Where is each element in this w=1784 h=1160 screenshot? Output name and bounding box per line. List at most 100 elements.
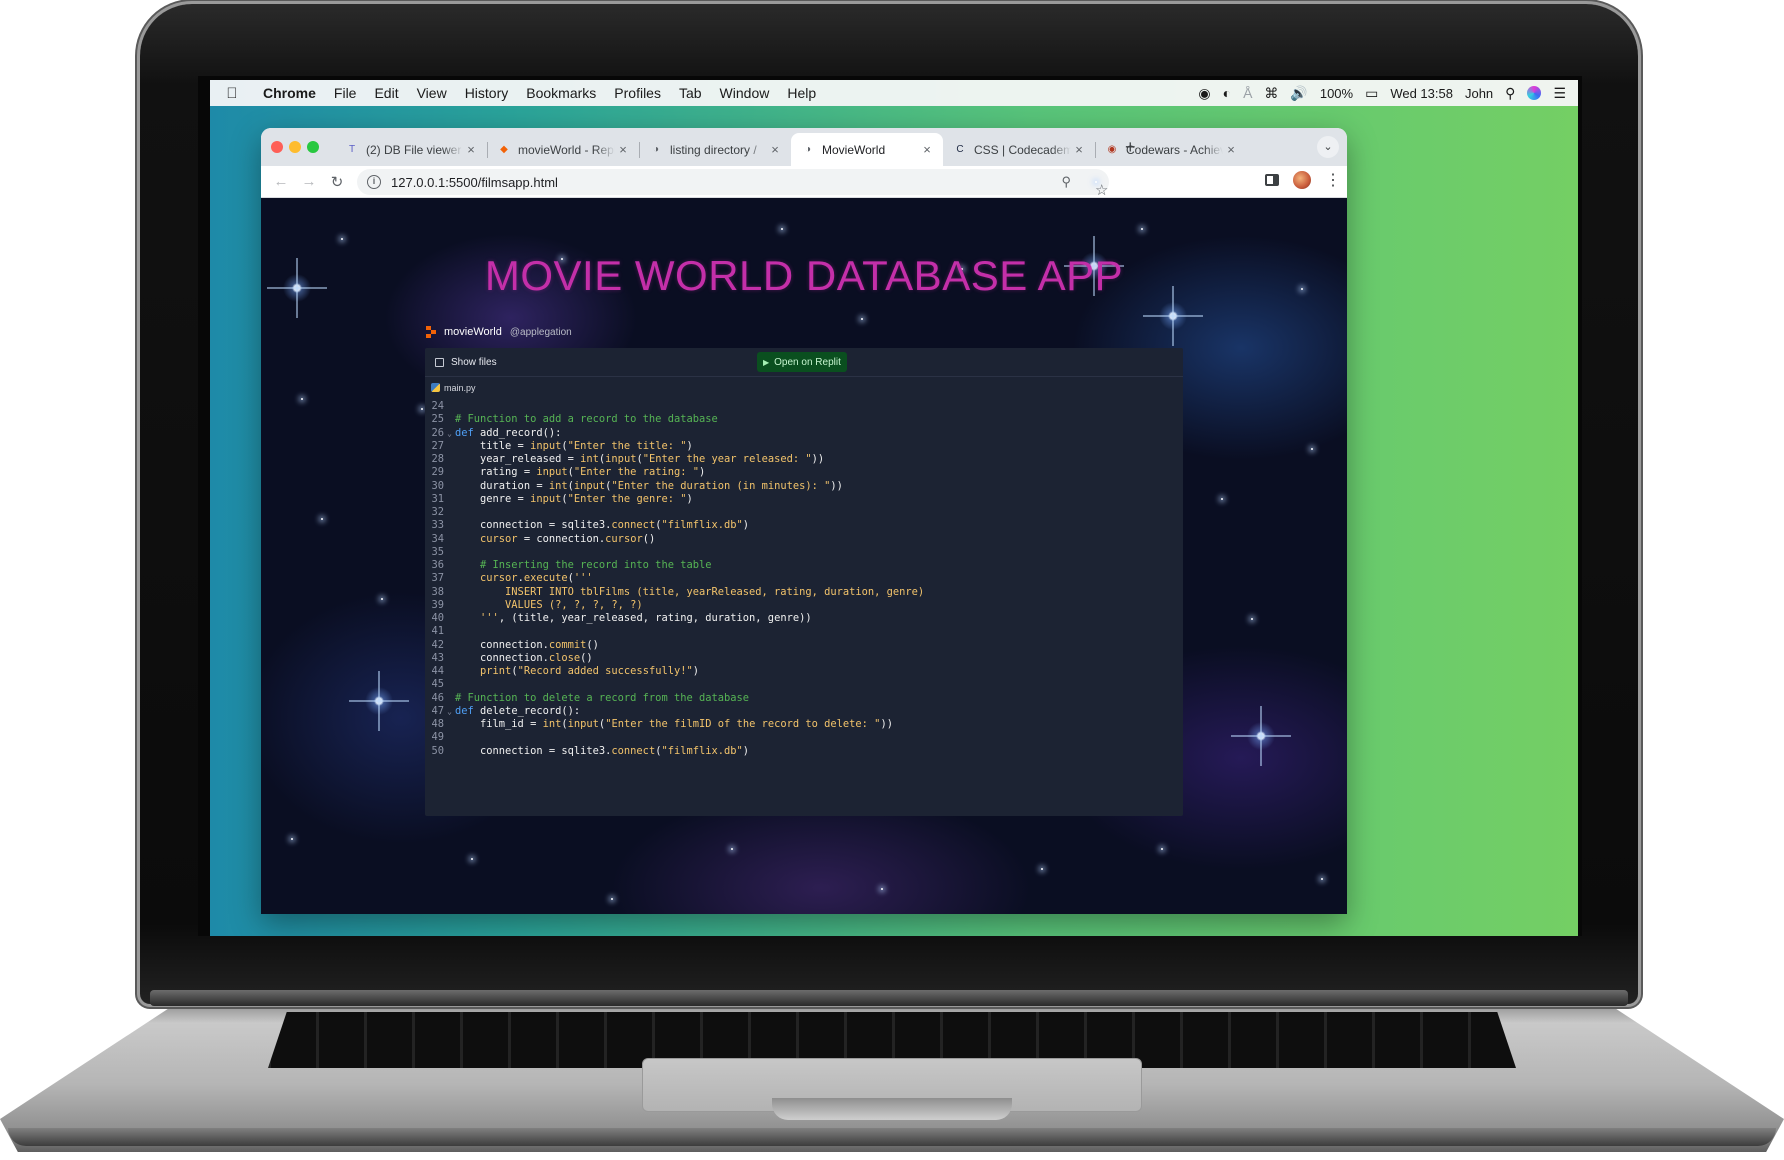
fold-chevron-icon[interactable]: ⌄: [444, 705, 455, 718]
star: [1041, 868, 1043, 870]
menu-tab[interactable]: Tab: [670, 85, 711, 101]
bookmark-star-icon[interactable]: ☆: [1095, 181, 1108, 199]
reload-icon[interactable]: ↻: [323, 173, 351, 191]
zoom-magnifier-icon[interactable]: ⚲: [1061, 174, 1071, 190]
chrome-menu-icon[interactable]: ⋮: [1325, 170, 1341, 190]
site-info-icon[interactable]: i: [367, 175, 381, 189]
browser-tab[interactable]: T (2) DB File viewer ×: [335, 133, 487, 166]
address-url[interactable]: 127.0.0.1:5500/filmsapp.html: [391, 175, 558, 190]
line-number: 28: [431, 453, 444, 465]
code-line: 33 connection = sqlite3.connect("filmfli…: [425, 519, 1183, 532]
airdrop-icon[interactable]: ◉: [1198, 86, 1210, 100]
line-number: 36: [431, 559, 444, 571]
menu-history[interactable]: History: [456, 85, 518, 101]
fold-gutter: [444, 612, 455, 625]
spotlight-search-icon[interactable]: ⚲: [1505, 86, 1515, 100]
menu-window[interactable]: Window: [711, 85, 779, 101]
code-line: 31 genre = input("Enter the genre: "): [425, 493, 1183, 506]
close-tab-icon[interactable]: ×: [615, 142, 631, 157]
repl-user-handle[interactable]: @applegation: [510, 327, 572, 338]
apple-menu-icon[interactable]: : [210, 85, 254, 102]
star: [1161, 848, 1163, 850]
browser-tab[interactable]: ◑ listing directory / ×: [639, 133, 791, 166]
code-text: cursor = connection.cursor(): [480, 532, 656, 545]
back-arrow-icon[interactable]: ←: [267, 173, 295, 190]
python-file-icon: [431, 383, 440, 392]
menu-profiles[interactable]: Profiles: [605, 85, 670, 101]
show-files-button[interactable]: Show files: [451, 357, 497, 368]
star: [381, 598, 383, 600]
address-bar[interactable]: i 127.0.0.1:5500/filmsapp.html ⚲ ☆: [357, 169, 1109, 199]
close-tab-icon[interactable]: ×: [919, 142, 935, 157]
line-number: 50: [431, 744, 444, 757]
browser-tab[interactable]: C CSS | Codecademy ×: [943, 133, 1095, 166]
code-line: 28 year_released = int(input("Enter the …: [425, 453, 1183, 466]
battery-icon[interactable]: ▭: [1365, 86, 1378, 100]
codecademy-icon: C: [956, 144, 964, 155]
focus-icon[interactable]: ◐: [1223, 86, 1231, 100]
menubar-clock[interactable]: Wed 13:58: [1390, 86, 1453, 101]
close-window-button[interactable]: [271, 141, 283, 153]
close-tab-icon[interactable]: ×: [1071, 142, 1087, 157]
fold-gutter: [444, 400, 455, 413]
wifi-icon[interactable]: ⌘: [1264, 86, 1278, 100]
menu-bookmarks[interactable]: Bookmarks: [517, 85, 605, 101]
profile-avatar[interactable]: [1293, 171, 1311, 189]
code-text: def add_record():: [455, 426, 562, 439]
fold-gutter: [444, 572, 455, 585]
code-text: # Function to add a record to the databa…: [455, 413, 718, 426]
code-line: 26 ⌄ def add_record():: [425, 427, 1183, 440]
menu-help[interactable]: Help: [778, 85, 825, 101]
menu-view[interactable]: View: [408, 85, 456, 101]
menu-edit[interactable]: Edit: [365, 85, 407, 101]
desktop-screen:  Chrome File Edit View History Bookmark…: [210, 80, 1578, 936]
minimize-window-button[interactable]: [289, 141, 301, 153]
line-number: 45: [431, 678, 444, 691]
menu-file[interactable]: File: [325, 85, 366, 101]
volume-icon[interactable]: 🔊: [1290, 86, 1307, 100]
star: [341, 238, 343, 240]
line-number: 31: [431, 492, 444, 505]
battery-percent: 100%: [1319, 85, 1354, 101]
file-tab-main-py[interactable]: main.py: [425, 376, 1183, 398]
code-line: 27 title = input("Enter the title: "): [425, 440, 1183, 453]
menu-app-name[interactable]: Chrome: [254, 85, 325, 101]
star: [611, 898, 613, 900]
browser-tab[interactable]: ◑ MovieWorld ×: [791, 133, 943, 166]
code-editor[interactable]: 24 25 # Function to add a record to the da…: [425, 398, 1183, 758]
browser-tab[interactable]: ◆ movieWorld - Replit ×: [487, 133, 639, 166]
star-flare: [349, 671, 409, 731]
code-line: 34 cursor = connection.cursor(): [425, 533, 1183, 546]
tab-title: CSS | Codecademy: [974, 142, 1071, 157]
files-icon[interactable]: [435, 357, 444, 367]
fold-gutter: [444, 599, 455, 612]
star: [1311, 448, 1313, 450]
code-text: connection.commit(): [455, 638, 599, 651]
fold-gutter: [444, 466, 455, 479]
close-tab-icon[interactable]: ×: [1223, 142, 1239, 157]
browser-tab[interactable]: ◉ Codewars - Achieve ×: [1095, 133, 1247, 166]
code-text: ''', (title, year_released, rating, dura…: [480, 612, 812, 624]
new-tab-button[interactable]: +: [1125, 137, 1136, 158]
menubar-status-area: ◉ ◐ Å ⌘ 🔊 100% ▭ Wed 13:58 John ⚲ ☰: [1198, 86, 1578, 101]
line-number: 35: [431, 545, 444, 558]
menubar-user[interactable]: John: [1465, 86, 1493, 101]
code-line: 49: [425, 731, 1183, 744]
siri-icon[interactable]: [1527, 86, 1542, 100]
code-text: INSERT INTO tblFilms (title, yearRelease…: [455, 585, 925, 598]
close-tab-icon[interactable]: ×: [463, 142, 479, 157]
close-tab-icon[interactable]: ×: [767, 142, 783, 157]
bluetooth-icon[interactable]: Å: [1243, 86, 1252, 100]
tab-search-chevron-icon[interactable]: ⌄: [1317, 136, 1339, 158]
line-number: 44: [431, 665, 444, 677]
side-panel-icon[interactable]: [1265, 174, 1279, 186]
code-text: VALUES (?, ?, ?, ?, ?): [455, 598, 643, 611]
zoom-window-button[interactable]: [307, 141, 319, 153]
repl-name[interactable]: movieWorld: [444, 326, 502, 338]
code-text: genre = input("Enter the genre: "): [455, 492, 693, 505]
open-on-replit-button[interactable]: ▶ Open on Replit: [757, 352, 847, 372]
control-center-icon[interactable]: ☰: [1553, 86, 1566, 100]
forward-arrow-icon[interactable]: →: [295, 173, 323, 190]
fold-chevron-icon[interactable]: ⌄: [444, 427, 455, 440]
repl-embed: Show files ▶ Open on Replit main.py 24 25…: [425, 348, 1183, 816]
